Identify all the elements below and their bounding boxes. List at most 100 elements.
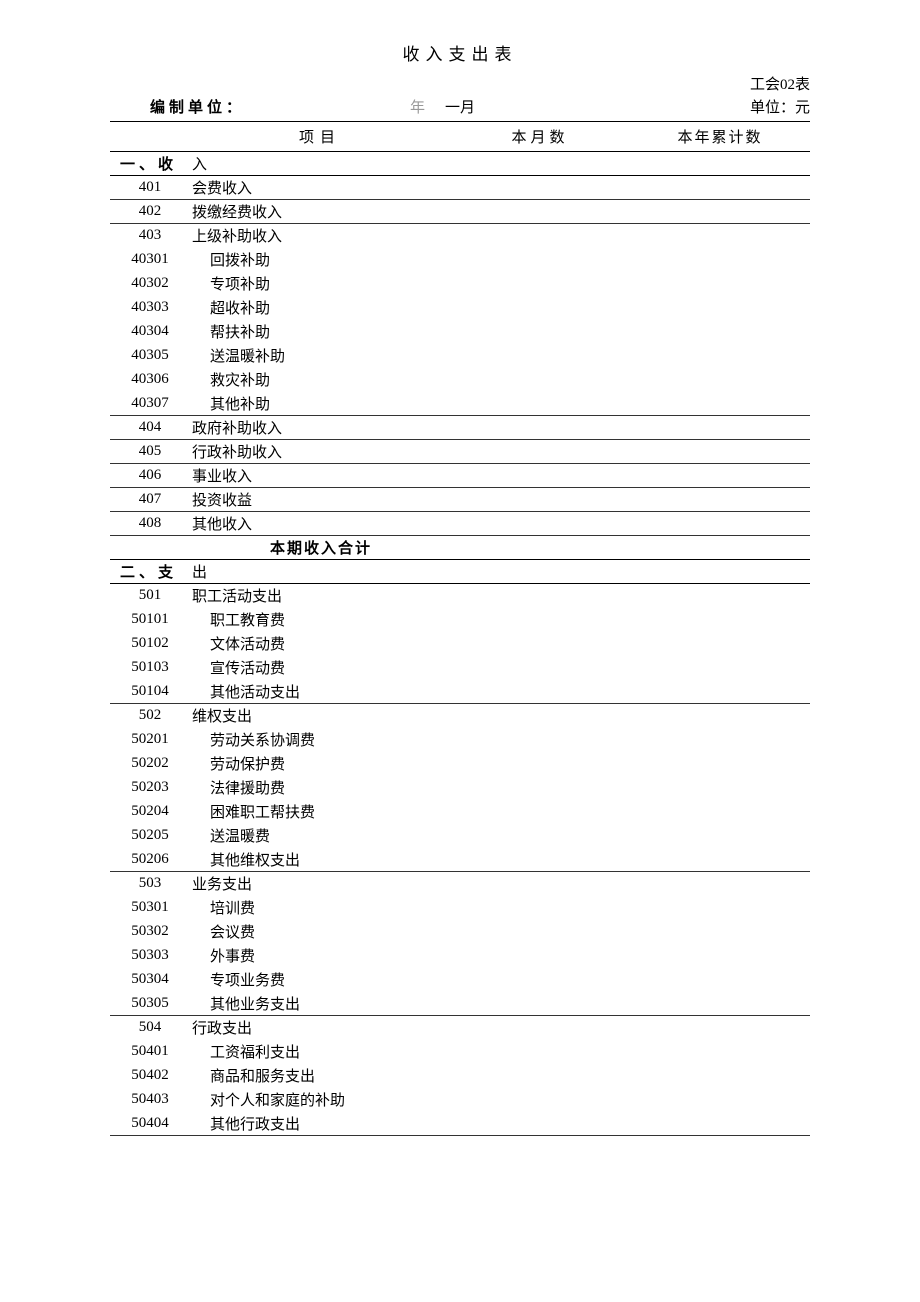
row-code: 50202	[110, 752, 190, 776]
row-name: 帮扶补助	[190, 320, 450, 344]
cell-month	[450, 584, 630, 608]
row-code: 406	[110, 464, 190, 488]
cell-month	[450, 608, 630, 632]
row-code: 50201	[110, 728, 190, 752]
col-header-code	[110, 122, 190, 152]
cell-year	[630, 392, 810, 416]
cell-year	[630, 728, 810, 752]
row-name: 其他业务支出	[190, 992, 450, 1016]
cell-year	[630, 656, 810, 680]
cell-month	[450, 1112, 630, 1136]
cell-month	[450, 704, 630, 728]
row-name: 拨缴经费收入	[190, 200, 450, 224]
row-name: 文体活动费	[190, 632, 450, 656]
section-heading-code: 二、支	[110, 560, 190, 584]
row-name: 商品和服务支出	[190, 1064, 450, 1088]
cell-month	[450, 1016, 630, 1040]
cell-year	[630, 176, 810, 200]
row-name: 业务支出	[190, 872, 450, 896]
cell-year	[630, 848, 810, 872]
row-name: 送温暖补助	[190, 344, 450, 368]
row-name: 劳动保护费	[190, 752, 450, 776]
cell-month	[450, 1064, 630, 1088]
row-code: 50101	[110, 608, 190, 632]
row-name: 送温暖费	[190, 824, 450, 848]
row-name: 会费收入	[190, 176, 450, 200]
total-code	[110, 536, 190, 560]
row-name: 其他活动支出	[190, 680, 450, 704]
cell-month	[450, 416, 630, 440]
cell-month	[450, 560, 630, 584]
cell-year	[630, 200, 810, 224]
row-name: 其他收入	[190, 512, 450, 536]
row-code: 407	[110, 488, 190, 512]
cell-year	[630, 320, 810, 344]
row-code: 50203	[110, 776, 190, 800]
row-name: 法律援助费	[190, 776, 450, 800]
row-name: 外事费	[190, 944, 450, 968]
cell-month	[450, 392, 630, 416]
row-name: 培训费	[190, 896, 450, 920]
row-code: 403	[110, 224, 190, 248]
row-code: 50204	[110, 800, 190, 824]
cell-month	[450, 176, 630, 200]
cell-year	[630, 1112, 810, 1136]
row-code: 404	[110, 416, 190, 440]
cell-year	[630, 968, 810, 992]
row-code: 50303	[110, 944, 190, 968]
row-name: 行政补助收入	[190, 440, 450, 464]
cell-month	[450, 344, 630, 368]
cell-year	[630, 680, 810, 704]
cell-year	[630, 944, 810, 968]
cell-month	[450, 1088, 630, 1112]
cell-year	[630, 152, 810, 176]
org-label: 编制单位：	[150, 100, 245, 116]
cell-year	[630, 440, 810, 464]
cell-year	[630, 272, 810, 296]
section-heading-code: 一、收	[110, 152, 190, 176]
cell-year	[630, 296, 810, 320]
row-code: 50402	[110, 1064, 190, 1088]
cell-month	[450, 464, 630, 488]
row-name: 救灾补助	[190, 368, 450, 392]
cell-year	[630, 536, 810, 560]
row-code: 402	[110, 200, 190, 224]
cell-year	[630, 224, 810, 248]
section-heading-name: 入	[190, 152, 450, 176]
cell-month	[450, 1040, 630, 1064]
row-code: 40304	[110, 320, 190, 344]
row-name: 劳动关系协调费	[190, 728, 450, 752]
row-name: 其他行政支出	[190, 1112, 450, 1136]
cell-month	[450, 824, 630, 848]
row-code: 50103	[110, 656, 190, 680]
row-code: 40307	[110, 392, 190, 416]
cell-month	[450, 896, 630, 920]
row-code: 40306	[110, 368, 190, 392]
cell-month	[450, 632, 630, 656]
row-name: 投资收益	[190, 488, 450, 512]
period-year: 年	[410, 96, 425, 117]
row-code: 40303	[110, 296, 190, 320]
row-code: 50305	[110, 992, 190, 1016]
row-name: 其他维权支出	[190, 848, 450, 872]
cell-year	[630, 1040, 810, 1064]
row-name: 专项补助	[190, 272, 450, 296]
cell-month	[450, 248, 630, 272]
cell-year	[630, 488, 810, 512]
cell-year	[630, 824, 810, 848]
cell-year	[630, 992, 810, 1016]
row-name: 事业收入	[190, 464, 450, 488]
row-code: 50206	[110, 848, 190, 872]
row-name: 专项业务费	[190, 968, 450, 992]
cell-year	[630, 632, 810, 656]
row-code: 50102	[110, 632, 190, 656]
cell-month	[450, 296, 630, 320]
col-header-month: 本月数	[450, 122, 630, 152]
row-name: 政府补助收入	[190, 416, 450, 440]
cell-year	[630, 872, 810, 896]
row-name: 宣传活动费	[190, 656, 450, 680]
cell-month	[450, 224, 630, 248]
row-code: 40301	[110, 248, 190, 272]
row-code: 503	[110, 872, 190, 896]
cell-month	[450, 992, 630, 1016]
